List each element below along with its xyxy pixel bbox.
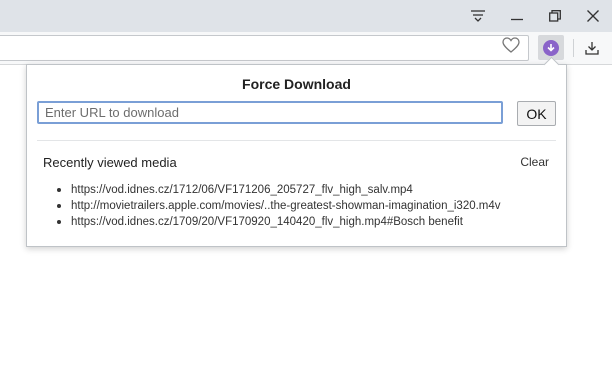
toolbar [0, 32, 612, 65]
list-item[interactable]: https://vod.idnes.cz/1709/20/VF170920_14… [57, 214, 501, 230]
force-download-popup: Force Download OK Recently viewed media … [26, 56, 567, 247]
url-input[interactable] [37, 101, 503, 124]
force-download-icon [543, 39, 559, 56]
download-icon [585, 42, 599, 55]
hamburger-filter-icon [471, 10, 485, 22]
restore-button[interactable] [535, 0, 575, 32]
close-button[interactable] [573, 0, 612, 32]
list-item[interactable]: http://movietrailers.apple.com/movies/..… [57, 198, 501, 214]
divider [37, 140, 556, 141]
address-bar[interactable] [0, 35, 529, 61]
bookmark-button[interactable] [501, 36, 521, 54]
popup-title: Force Download [242, 76, 351, 92]
list-item[interactable]: https://vod.idnes.cz/1712/06/VF171206_20… [57, 182, 501, 198]
recent-media-heading: Recently viewed media [43, 155, 177, 170]
ok-button[interactable]: OK [517, 101, 556, 126]
menu-button[interactable] [458, 0, 498, 32]
recent-media-list: https://vod.idnes.cz/1712/06/VF171206_20… [57, 182, 501, 230]
minimize-button[interactable] [497, 0, 537, 32]
minimize-icon [511, 18, 523, 21]
downloads-button[interactable] [580, 36, 604, 60]
title-bar [0, 0, 612, 32]
toolbar-separator [573, 39, 574, 57]
restore-icon [549, 10, 561, 22]
close-icon [587, 10, 599, 22]
clear-button[interactable]: Clear [520, 155, 549, 169]
browser-window: Force Download OK Recently viewed media … [0, 0, 612, 383]
heart-icon [502, 37, 520, 53]
